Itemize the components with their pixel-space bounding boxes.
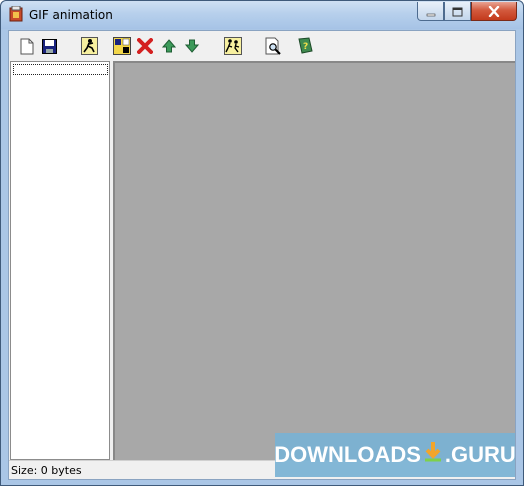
move-down-arrow-icon bbox=[185, 39, 199, 53]
watermark-right-text: .GURU bbox=[444, 442, 516, 467]
new-button[interactable] bbox=[17, 36, 37, 56]
preview-magnifier-icon bbox=[265, 37, 282, 55]
move-down-button[interactable] bbox=[182, 36, 202, 56]
add-frame-button[interactable] bbox=[112, 36, 132, 56]
frame-list[interactable] bbox=[10, 61, 110, 460]
svg-text:?: ? bbox=[303, 42, 308, 52]
title-bar[interactable]: GIF animation bbox=[1, 1, 523, 29]
watermark-banner: DOWNLOADS .GURU bbox=[274, 433, 516, 477]
save-disk-icon bbox=[41, 38, 57, 54]
run-button[interactable] bbox=[79, 36, 99, 56]
preview-button[interactable] bbox=[263, 36, 283, 56]
gif-app-icon[interactable] bbox=[9, 5, 23, 22]
animate-button[interactable] bbox=[223, 36, 243, 56]
download-arrow-icon bbox=[423, 440, 443, 470]
run-figure-icon bbox=[80, 37, 98, 55]
watermark-left-text: DOWNLOADS bbox=[274, 442, 421, 467]
preview-area[interactable] bbox=[113, 61, 515, 460]
close-icon bbox=[488, 2, 500, 21]
toolbar: ? bbox=[9, 31, 515, 61]
delete-x-icon bbox=[137, 38, 153, 54]
animate-figures-icon bbox=[224, 37, 242, 55]
move-up-arrow-icon bbox=[162, 39, 176, 53]
minimize-button[interactable] bbox=[417, 2, 444, 21]
delete-button[interactable] bbox=[135, 36, 155, 56]
client-area: ? Size: 0 bytes bbox=[8, 30, 516, 480]
help-book-icon: ? bbox=[297, 37, 314, 55]
window-title: GIF animation bbox=[29, 8, 113, 22]
minimize-icon bbox=[426, 2, 436, 21]
maximize-icon bbox=[452, 2, 463, 21]
app-window: GIF animation ? Size: 0 bytes DOWNLOADS … bbox=[0, 0, 524, 486]
status-size-text: Size: 0 bytes bbox=[11, 464, 82, 477]
maximize-button[interactable] bbox=[444, 2, 471, 21]
new-document-icon bbox=[20, 38, 34, 55]
close-button[interactable] bbox=[471, 2, 517, 21]
list-item-focus[interactable] bbox=[13, 64, 108, 75]
move-up-button[interactable] bbox=[159, 36, 179, 56]
add-frame-icon bbox=[113, 37, 131, 55]
help-button[interactable]: ? bbox=[295, 36, 315, 56]
save-button[interactable] bbox=[39, 36, 59, 56]
